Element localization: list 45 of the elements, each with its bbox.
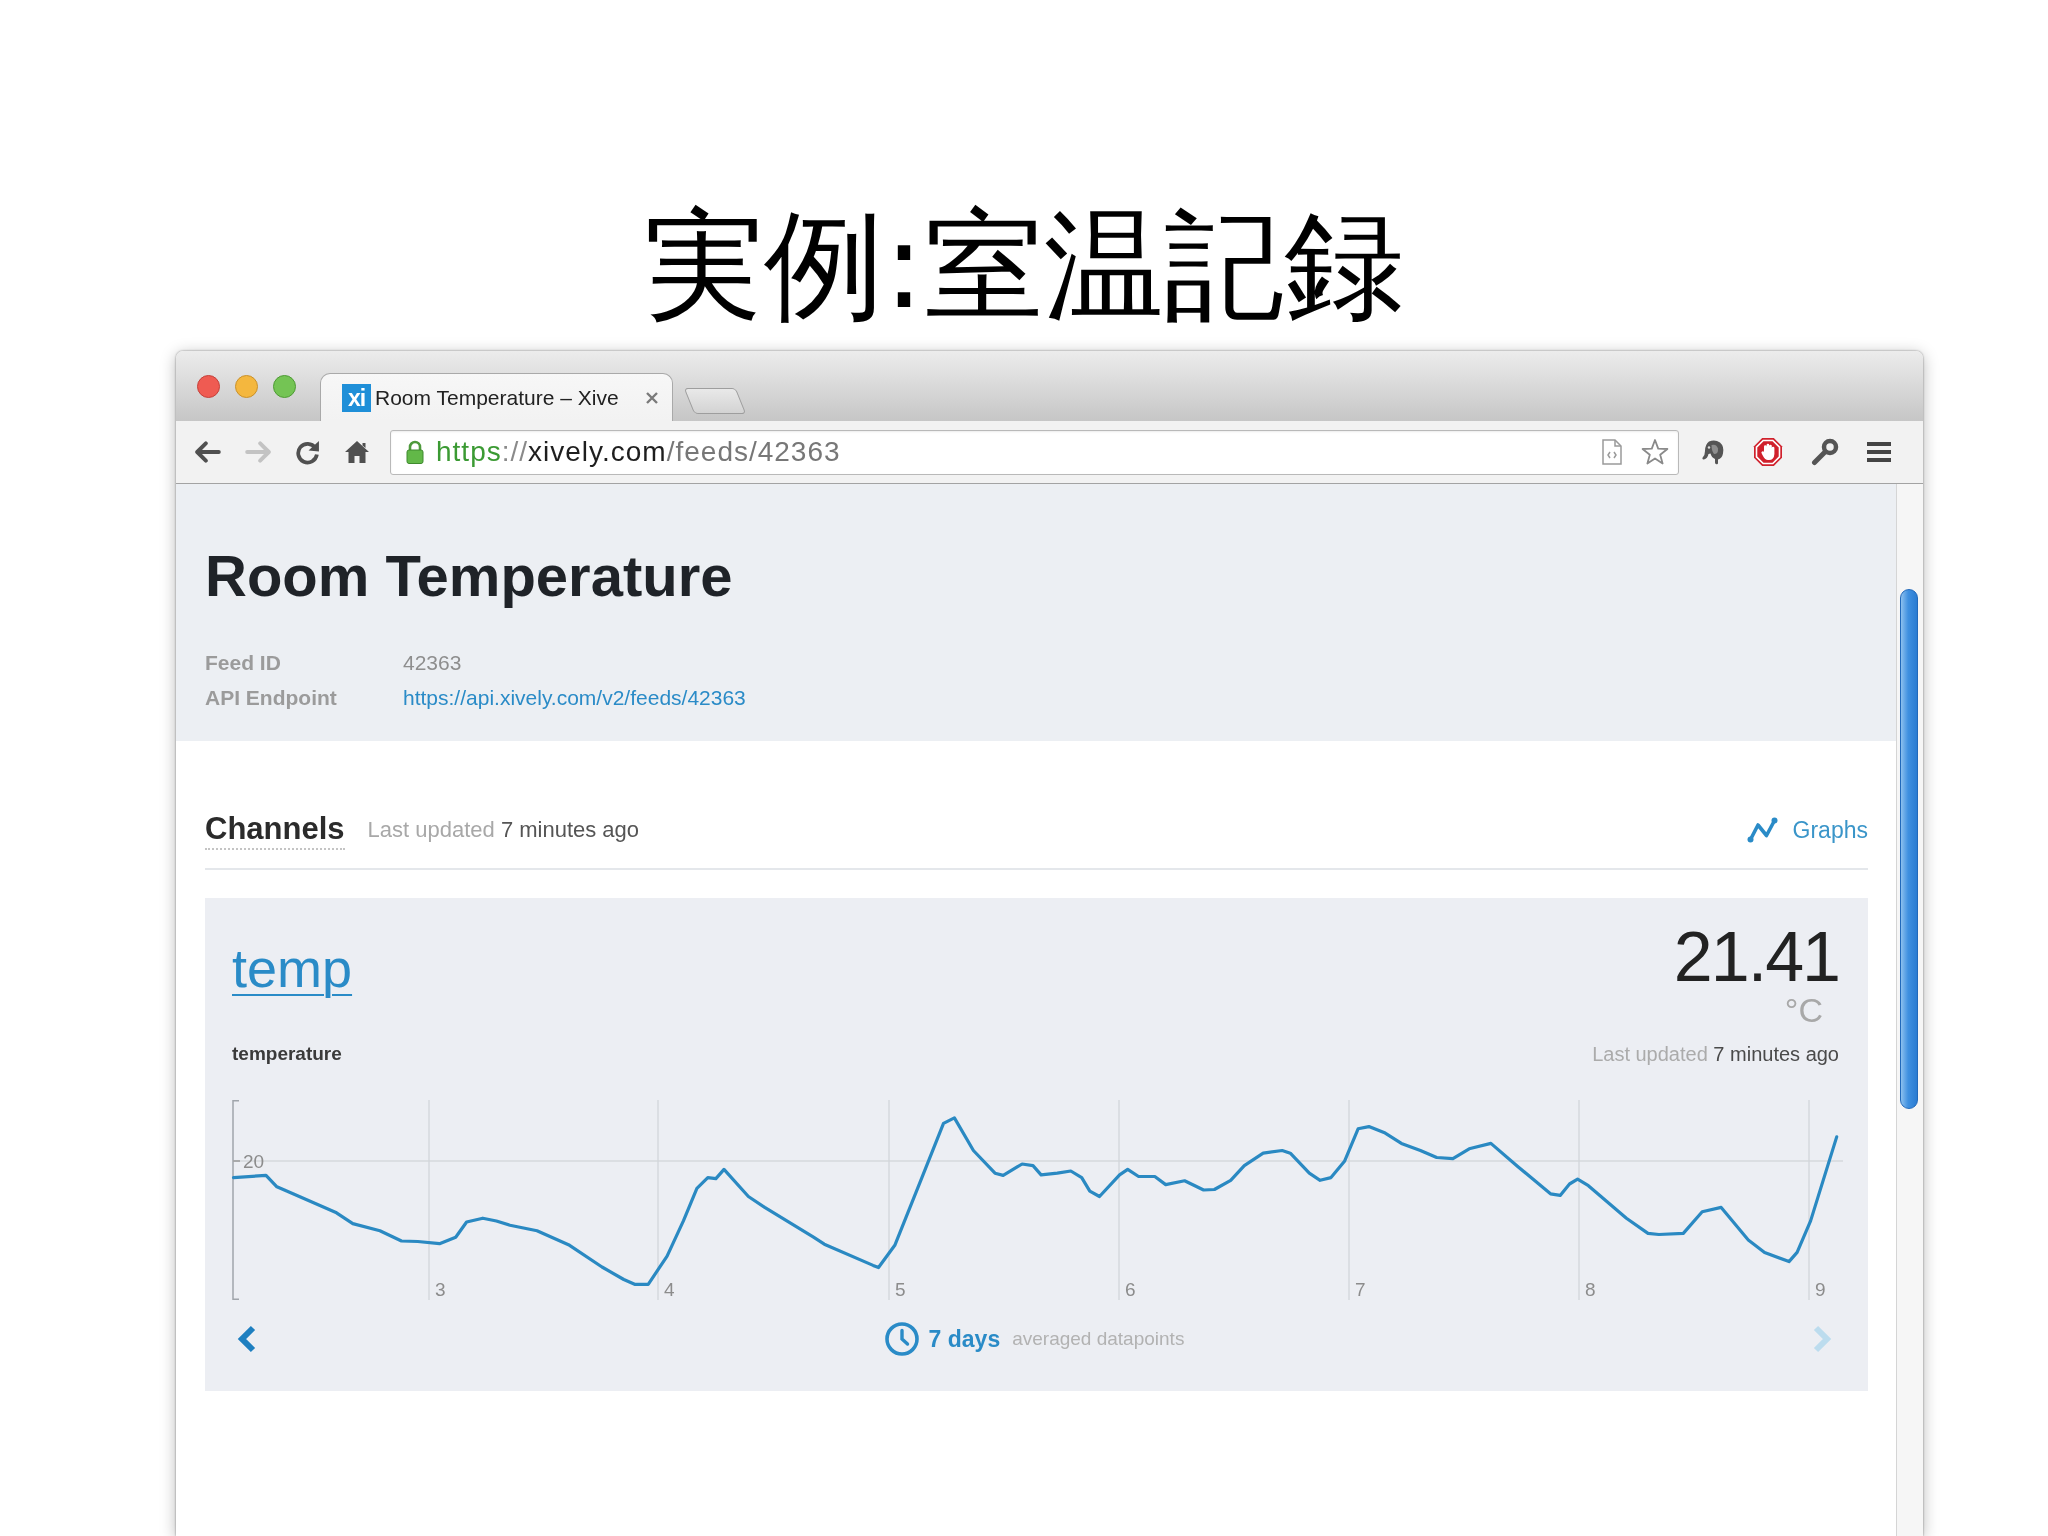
channel-name-link[interactable]: temp [232,937,353,999]
browser-tab[interactable]: xi Room Temperature – Xive [320,373,673,421]
star-icon[interactable] [1641,439,1669,465]
graphs-link[interactable]: Graphs [1746,816,1868,844]
last-updated-text: Last updated 7 minutes ago [367,817,640,843]
endpoint-link[interactable]: https://api.xively.com/v2/feeds/42363 [403,680,746,715]
zoom-window-icon[interactable] [273,375,296,398]
axis-tick-label: 6 [1125,1279,1136,1300]
lock-icon [406,440,424,464]
axis-tick-label: 20 [243,1151,265,1172]
unit-label: °C [1784,992,1823,1028]
elephant-icon[interactable] [1701,439,1725,465]
field-label: Feed ID [205,650,281,676]
time-range-note: averaged datapoints [1012,1328,1185,1350]
axis-tick-label: 9 [1815,1279,1826,1300]
close-window-icon[interactable] [197,375,220,398]
stop-sign-icon[interactable] [1753,437,1783,467]
field-label: API Endpoint [205,685,337,711]
document-icon[interactable] [1602,439,1622,465]
menu-icon[interactable] [1867,442,1891,462]
field-value: 42363 [403,650,462,676]
url-text: https://xively.com/feeds/42363 [436,435,841,469]
chevron-left-icon[interactable] [237,1325,257,1353]
channel-tag: temperature [232,1041,342,1067]
wrench-icon[interactable] [1811,438,1839,466]
home-icon[interactable] [344,440,370,464]
feed-title: Room Temperature [205,542,734,610]
close-tab-icon[interactable] [646,391,658,404]
axis-tick-label: 8 [1585,1279,1596,1300]
axis-tick-label: 3 [435,1279,446,1300]
section-heading: Channels [205,810,345,850]
address-bar[interactable]: https://xively.com/feeds/42363 [390,429,1679,475]
favicon-logo: xi [342,383,371,412]
current-value: 21.41 [1673,922,1839,992]
scrollbar-thumb[interactable] [1900,589,1918,1109]
last-updated-text: Last updated 7 minutes ago [1592,1042,1839,1067]
back-arrow-icon[interactable] [195,441,221,463]
axis-tick-label: 7 [1355,1279,1366,1300]
clock-icon [884,1322,919,1356]
time-range-selector[interactable]: 7 days [928,1325,1001,1353]
reload-icon[interactable] [295,439,320,465]
axis-tick-label: 4 [664,1279,675,1300]
axis-tick-label: 5 [895,1279,906,1300]
line-chart-icon [1746,817,1778,843]
slide-title: 実例:室温記録 [643,196,1405,336]
